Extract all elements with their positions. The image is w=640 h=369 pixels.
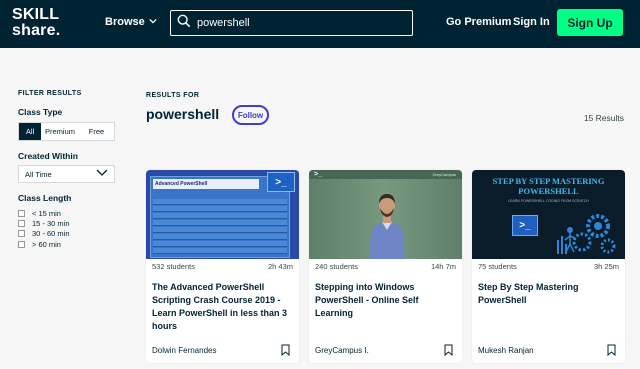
class-length-options: < 15 min 15 - 30 min 30 - 60 min > 60 mi… [18,208,70,249]
length-option-label: 15 - 30 min [32,218,70,228]
class-length-label: Class Length [18,193,72,203]
length-option-label: 30 - 60 min [32,229,70,239]
search-input[interactable] [197,17,397,29]
class-duration: 2h 43m [267,262,293,271]
class-type-all[interactable]: All [19,123,41,140]
gears-illustration [557,214,616,254]
logo-line-1: SKILL [12,6,60,23]
search-box[interactable] [170,10,413,36]
results-count: 15 Results [583,113,624,123]
class-thumbnail: STEP BY STEP MASTERING POWERSHELL LEARN … [472,170,625,259]
class-title[interactable]: Stepping into Windows PowerShell - Onlin… [315,281,456,320]
length-option-under-15[interactable]: < 15 min [18,208,70,218]
chevron-down-icon [96,169,108,179]
powershell-icon: >_ [512,215,538,236]
logo-line-2: share. [12,22,61,39]
student-count: 532 students [152,262,195,271]
skillshare-logo[interactable]: SKILL share. [12,7,60,39]
thumbnail-brand: GreyCampus [432,172,456,177]
search-icon [177,14,191,33]
class-title[interactable]: The Advanced PowerShell Scripting Crash … [152,281,293,333]
browse-label: Browse [105,16,145,28]
search-query-title: powershell [146,106,220,122]
class-type-free[interactable]: Free [79,123,114,140]
checkbox[interactable] [18,209,25,217]
class-title[interactable]: Step By Step Mastering PowerShell [478,281,619,307]
instructor-image [369,194,405,259]
length-option-30-60[interactable]: 30 - 60 min [18,229,70,239]
sign-up-button[interactable]: Sign Up [557,9,623,36]
class-thumbnail: >_ GreyCampus [309,170,462,259]
thumbnail-doc-title: Advanced PowerShell [153,179,259,189]
card-meta: 75 students 3h 25m [478,262,619,271]
filter-title: FILTER RESULTS [18,90,82,97]
created-within-value: All Time [25,169,52,179]
checkbox[interactable] [18,230,25,238]
class-card[interactable]: STEP BY STEP MASTERING POWERSHELL LEARN … [472,170,625,363]
class-author[interactable]: GreyCampus I. [315,346,369,355]
class-duration: 14h 7m [430,262,456,271]
browse-menu[interactable]: Browse [105,16,157,28]
card-meta: 240 students 14h 7m [315,262,456,271]
checkbox[interactable] [18,219,25,227]
length-option-15-30[interactable]: 15 - 30 min [18,218,70,228]
class-type-toggle: All Premium Free [18,122,115,141]
thumbnail-doc-lines [153,199,287,255]
student-count: 240 students [315,262,358,271]
card-meta: 532 students 2h 43m [152,262,293,271]
created-within-label: Created Within [18,151,78,161]
student-count: 75 students [478,262,517,271]
filter-sidebar: FILTER RESULTS Class Type All Premium Fr… [18,90,118,249]
class-type-label: Class Type [18,107,63,117]
chevron-down-icon [149,16,157,28]
class-duration: 3h 25m [593,262,619,271]
bookmark-icon[interactable] [281,344,290,356]
class-card[interactable]: >_ GreyCampus 240 students 14h 7m Steppi… [309,170,462,363]
powershell-icon: >_ [314,171,322,178]
bookmark-icon[interactable] [444,344,453,356]
class-type-premium[interactable]: Premium [41,123,79,140]
length-option-label: > 60 min [32,239,61,249]
class-author[interactable]: Dolwin Fernandes [152,346,216,355]
go-premium-link[interactable]: Go Premium [446,16,511,28]
checkbox[interactable] [18,240,25,248]
created-within-select[interactable]: All Time [18,165,115,183]
sign-in-link[interactable]: Sign In [513,16,550,28]
thumbnail-subheading: LEARN POWERSHELL CODING FROM SCRATCH [508,199,589,203]
powershell-icon: >_ [267,172,295,192]
length-option-over-60[interactable]: > 60 min [18,239,70,249]
class-author[interactable]: Mukesh Ranjan [478,346,534,355]
length-option-label: < 15 min [32,208,61,218]
follow-button[interactable]: Follow [232,105,269,125]
bookmark-icon[interactable] [607,344,616,356]
top-nav: SKILL share. Browse Go Premium Sign In S… [0,0,640,48]
thumbnail-heading: STEP BY STEP MASTERING POWERSHELL [492,176,605,196]
class-card[interactable]: Advanced PowerShell >_ 532 students 2h 4… [146,170,299,363]
class-thumbnail: Advanced PowerShell >_ [146,170,299,259]
results-for-label: RESULTS FOR [146,92,200,99]
